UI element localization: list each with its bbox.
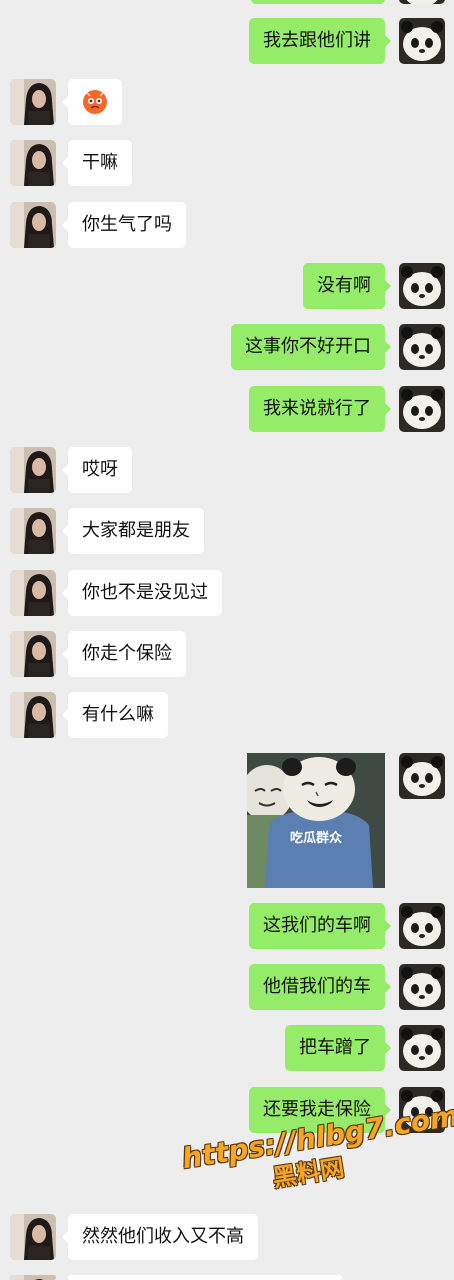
user-avatar[interactable] [10, 140, 56, 186]
chat-window: 我去跟他们讲 干嘛 你生气了吗 没有啊 这事你不好开口 我来说就行了 哎呀 大家… [0, 0, 454, 1280]
user-avatar[interactable] [10, 631, 56, 677]
message-bubble[interactable] [68, 1275, 342, 1280]
panda-avatar[interactable] [399, 386, 445, 432]
message-row: 哎呀 [0, 447, 454, 493]
panda-avatar[interactable] [399, 964, 445, 1010]
message-bubble[interactable]: 我来说就行了 [249, 386, 391, 432]
user-avatar[interactable] [10, 570, 56, 616]
message-row: 你生气了吗 [0, 202, 454, 248]
user-avatar[interactable] [10, 1275, 56, 1280]
message-row: 这事你不好开口 [0, 324, 454, 370]
message-bubble[interactable]: 他借我们的车 [249, 964, 391, 1010]
user-avatar[interactable] [10, 508, 56, 554]
user-avatar[interactable] [10, 79, 56, 125]
message-row: 你也不是没见过 [0, 570, 454, 616]
message-row: 我去跟他们讲 [0, 18, 454, 64]
panda-avatar[interactable] [399, 1025, 445, 1071]
user-avatar[interactable] [10, 692, 56, 738]
shy-blush-emoji-icon [83, 90, 107, 114]
message-row: 我来说就行了 [0, 386, 454, 432]
user-avatar[interactable] [10, 447, 56, 493]
message-row: 没有啊 [0, 263, 454, 309]
panda-avatar[interactable] [399, 0, 445, 4]
panda-meme-sticker[interactable]: 吃瓜群众 [247, 753, 385, 888]
panda-avatar[interactable] [399, 263, 445, 309]
message-row: 把车蹭了 [0, 1025, 454, 1071]
message-row: 干嘛 [0, 140, 454, 186]
message-row: 你走个保险 [0, 631, 454, 677]
message-bubble[interactable] [62, 79, 122, 125]
message-bubble[interactable]: 这事你不好开口 [231, 324, 391, 370]
message-bubble[interactable] [251, 0, 385, 4]
message-bubble[interactable]: 有什么嘛 [62, 692, 168, 738]
message-row: 有什么嘛 [0, 692, 454, 738]
message-bubble[interactable]: 你也不是没见过 [62, 570, 222, 616]
message-bubble[interactable]: 你走个保险 [62, 631, 186, 677]
panda-avatar[interactable] [399, 18, 445, 64]
user-avatar[interactable] [10, 202, 56, 248]
message-row [0, 79, 454, 125]
message-row-cut-bottom [0, 1275, 454, 1280]
sticker-caption: 吃瓜群众 [289, 831, 342, 846]
panda-avatar[interactable] [399, 903, 445, 949]
message-row: 大家都是朋友 [0, 508, 454, 554]
message-bubble[interactable]: 哎呀 [62, 447, 132, 493]
message-row: 这我们的车啊 [0, 903, 454, 949]
message-bubble[interactable]: 大家都是朋友 [62, 508, 204, 554]
message-row: 他借我们的车 [0, 964, 454, 1010]
panda-avatar[interactable] [399, 753, 445, 799]
user-avatar[interactable] [10, 1214, 56, 1260]
panda-avatar[interactable] [399, 324, 445, 370]
message-row-sticker: 吃瓜群众 [0, 753, 454, 888]
message-bubble[interactable]: 没有啊 [303, 263, 391, 309]
message-bubble[interactable]: 把车蹭了 [285, 1025, 391, 1071]
message-bubble[interactable]: 你生气了吗 [62, 202, 186, 248]
message-bubble[interactable]: 干嘛 [62, 140, 132, 186]
message-bubble[interactable]: 我去跟他们讲 [249, 18, 391, 64]
message-row-cut-top [0, 0, 454, 4]
message-bubble[interactable]: 这我们的车啊 [249, 903, 391, 949]
